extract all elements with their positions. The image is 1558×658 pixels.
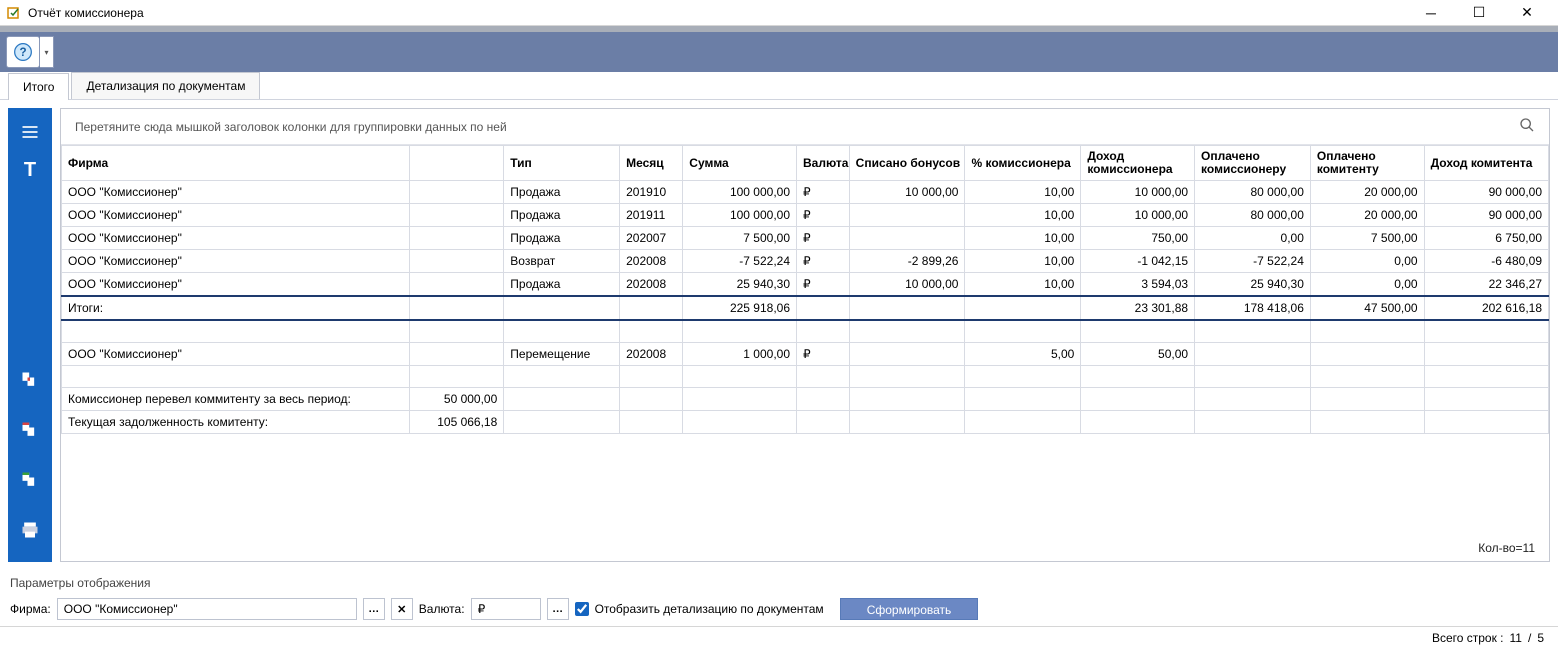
col-sum[interactable]: Сумма bbox=[683, 146, 797, 181]
status-count-a: 11 bbox=[1510, 631, 1522, 645]
status-sep: / bbox=[1528, 631, 1531, 645]
col-paid-kom[interactable]: Оплачено комитенту bbox=[1310, 146, 1424, 181]
firm-clear-button[interactable]: ✕ bbox=[391, 598, 413, 620]
titlebar: Отчёт комиссионера ─ ☐ ✕ bbox=[0, 0, 1558, 26]
table-row[interactable]: Текущая задолженность комитенту:105 066,… bbox=[62, 410, 1549, 433]
currency-input[interactable] bbox=[471, 598, 541, 620]
export-doc-icon[interactable] bbox=[12, 362, 48, 398]
col-paid-com[interactable]: Оплачено комиссионеру bbox=[1195, 146, 1311, 181]
col-currency[interactable]: Валюта bbox=[797, 146, 850, 181]
firm-browse-button[interactable]: … bbox=[363, 598, 385, 620]
statusbar: Всего строк : 11 / 5 bbox=[0, 626, 1558, 648]
export-xls-icon[interactable] bbox=[12, 462, 48, 498]
help-button[interactable]: ? bbox=[6, 36, 40, 68]
table-row[interactable]: ООО "Комиссионер"Перемещение2020081 000,… bbox=[62, 342, 1549, 365]
col-blank[interactable] bbox=[409, 146, 504, 181]
detail-label: Отобразить детализацию по документам bbox=[595, 602, 824, 616]
table-row[interactable]: ООО "Комиссионер"Продажа201911100 000,00… bbox=[62, 204, 1549, 227]
rail-menu-button[interactable] bbox=[12, 114, 48, 150]
col-month[interactable]: Месяц bbox=[620, 146, 683, 181]
print-icon[interactable] bbox=[12, 512, 48, 548]
params-bar: Фирма: … ✕ Валюта: … Отобразить детализа… bbox=[0, 592, 1558, 626]
submit-button[interactable]: Сформировать bbox=[840, 598, 979, 620]
currency-browse-button[interactable]: … bbox=[547, 598, 569, 620]
params-section-label: Параметры отображения bbox=[0, 570, 1558, 592]
grid: Перетяните сюда мышкой заголовок колонки… bbox=[60, 108, 1550, 562]
table-row[interactable]: ООО "Комиссионер"Продажа2020077 500,00₽1… bbox=[62, 227, 1549, 250]
table-row[interactable]: Итоги:225 918,0623 301,88178 418,0647 50… bbox=[62, 296, 1549, 320]
toolbar: ? ▾ bbox=[0, 32, 1558, 72]
table-row[interactable]: ООО "Комиссионер"Продажа20200825 940,30₽… bbox=[62, 273, 1549, 297]
header-row[interactable]: Фирма Тип Месяц Сумма Валюта Списано бон… bbox=[62, 146, 1549, 181]
col-income-com[interactable]: Доход комиссионера bbox=[1081, 146, 1195, 181]
data-table[interactable]: Фирма Тип Месяц Сумма Валюта Списано бон… bbox=[61, 145, 1549, 434]
table-row[interactable] bbox=[62, 320, 1549, 342]
svg-text:?: ? bbox=[19, 46, 26, 59]
col-income-kom[interactable]: Доход комитента bbox=[1424, 146, 1548, 181]
group-hint: Перетяните сюда мышкой заголовок колонки… bbox=[75, 120, 1519, 134]
detail-checkbox[interactable] bbox=[575, 602, 589, 616]
status-count-b: 5 bbox=[1537, 631, 1544, 645]
close-button[interactable]: ✕ bbox=[1512, 3, 1542, 23]
maximize-button[interactable]: ☐ bbox=[1464, 3, 1494, 23]
tab-details[interactable]: Детализация по документам bbox=[71, 72, 260, 99]
table-row[interactable]: ООО "Комиссионер"Продажа201910100 000,00… bbox=[62, 181, 1549, 204]
minimize-button[interactable]: ─ bbox=[1416, 3, 1446, 23]
tab-strip: Итого Детализация по документам bbox=[0, 72, 1558, 100]
tab-totals[interactable]: Итого bbox=[8, 73, 69, 100]
status-label: Всего строк : bbox=[1432, 631, 1504, 645]
currency-label: Валюта: bbox=[419, 602, 465, 616]
search-icon[interactable] bbox=[1519, 117, 1535, 136]
window-title: Отчёт комиссионера bbox=[28, 6, 1416, 20]
col-pct[interactable]: % комиссионера bbox=[965, 146, 1081, 181]
firm-input[interactable] bbox=[57, 598, 357, 620]
export-pdf-icon[interactable] bbox=[12, 412, 48, 448]
app-icon bbox=[6, 5, 22, 21]
table-row[interactable]: Комиссионер перевел коммитенту за весь п… bbox=[62, 387, 1549, 410]
rail-text-button[interactable]: T bbox=[12, 152, 48, 188]
toolbar-dropdown-icon[interactable]: ▾ bbox=[40, 36, 54, 68]
table-row[interactable] bbox=[62, 365, 1549, 387]
side-rail: T bbox=[8, 108, 52, 562]
row-count-label: Кол-во=11 bbox=[1478, 541, 1535, 555]
table-row[interactable]: ООО "Комиссионер"Возврат202008-7 522,24₽… bbox=[62, 250, 1549, 273]
firm-label: Фирма: bbox=[10, 602, 51, 616]
col-firm[interactable]: Фирма bbox=[62, 146, 410, 181]
col-bonus[interactable]: Списано бонусов bbox=[849, 146, 965, 181]
col-type[interactable]: Тип bbox=[504, 146, 620, 181]
group-panel[interactable]: Перетяните сюда мышкой заголовок колонки… bbox=[61, 109, 1549, 145]
